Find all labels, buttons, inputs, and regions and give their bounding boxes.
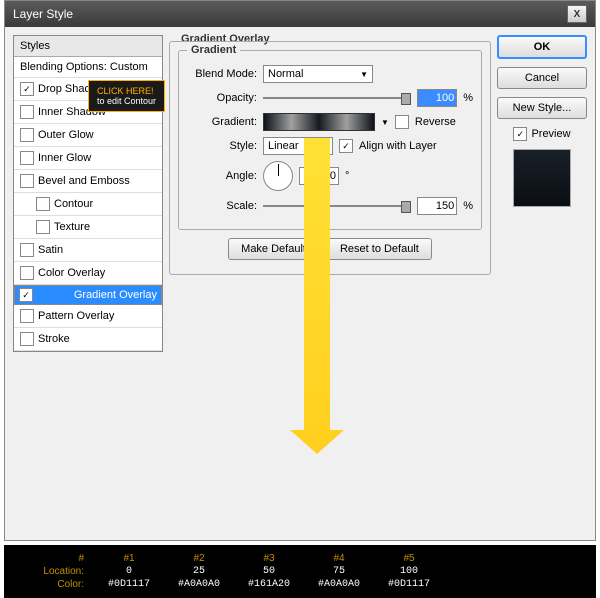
style-item[interactable]: Inner Glow (14, 147, 162, 170)
scale-label: Scale: (187, 200, 257, 212)
location-cell: 25 (164, 566, 234, 577)
checkbox[interactable] (20, 332, 34, 346)
style-item[interactable]: Bevel and Emboss (14, 170, 162, 193)
checkbox[interactable] (36, 220, 50, 234)
style-item[interactable]: Color Overlay (14, 262, 162, 285)
style-item[interactable]: Stroke (14, 328, 162, 351)
checkbox[interactable] (20, 174, 34, 188)
location-cell: 100 (374, 566, 444, 577)
opacity-slider[interactable] (263, 97, 411, 99)
gradient-stops-table: ##1#2#3#4#5 Location:0255075100 Color:#0… (4, 545, 596, 598)
cancel-button[interactable]: Cancel (497, 67, 587, 89)
close-icon[interactable]: X (567, 5, 587, 23)
reverse-label: Reverse (415, 116, 456, 128)
checkbox[interactable] (20, 105, 34, 119)
style-label: Color Overlay (38, 267, 105, 279)
location-label: Location: (14, 566, 94, 577)
checkbox[interactable] (20, 243, 34, 257)
style-label: Inner Glow (38, 152, 91, 164)
gradient-swatch[interactable] (263, 113, 375, 131)
color-label: Color: (14, 579, 94, 590)
scale-slider[interactable] (263, 205, 411, 207)
table-header: # (14, 553, 94, 564)
preview-checkbox[interactable] (513, 127, 527, 141)
checkbox[interactable] (36, 197, 50, 211)
chevron-down-icon[interactable]: ▼ (381, 118, 389, 127)
checkbox[interactable] (20, 266, 34, 280)
color-cell: #0D1117 (374, 579, 444, 590)
gradient-label: Gradient: (187, 116, 257, 128)
style-item[interactable]: Gradient Overlay (14, 285, 162, 305)
table-header: #1 (94, 553, 164, 564)
reverse-checkbox[interactable] (395, 115, 409, 129)
tooltip: CLICK HERE! to edit Contour (88, 80, 165, 112)
style-item[interactable]: Texture (14, 216, 162, 239)
blend-mode-label: Blend Mode: (187, 68, 257, 80)
location-cell: 75 (304, 566, 374, 577)
blend-mode-select[interactable]: Normal▼ (263, 65, 373, 83)
checkbox[interactable] (20, 82, 34, 96)
style-item[interactable]: Outer Glow (14, 124, 162, 147)
location-cell: 0 (94, 566, 164, 577)
opacity-input[interactable]: 100 (417, 89, 457, 107)
arrow-head-icon (290, 430, 344, 454)
style-label: Outer Glow (38, 129, 94, 141)
style-item[interactable]: Pattern Overlay (14, 305, 162, 328)
style-label: Style: (187, 140, 257, 152)
new-style-button[interactable]: New Style... (497, 97, 587, 119)
arrow-annotation (304, 138, 330, 434)
preview-label: Preview (531, 128, 570, 140)
align-label: Align with Layer (359, 140, 437, 152)
checkbox[interactable] (20, 151, 34, 165)
style-label: Pattern Overlay (38, 310, 114, 322)
preview-swatch (513, 149, 571, 207)
align-checkbox[interactable] (339, 139, 353, 153)
table-header: #4 (304, 553, 374, 564)
style-label: Texture (54, 221, 90, 233)
angle-label: Angle: (187, 170, 257, 182)
color-cell: #161A20 (234, 579, 304, 590)
styles-header[interactable]: Styles (14, 36, 162, 57)
checkbox[interactable] (20, 128, 34, 142)
checkbox[interactable] (19, 288, 33, 302)
style-label: Contour (54, 198, 93, 210)
style-label: Gradient Overlay (74, 289, 157, 301)
opacity-label: Opacity: (187, 92, 257, 104)
window-title: Layer Style (13, 7, 73, 21)
checkbox[interactable] (20, 309, 34, 323)
reset-default-button[interactable]: Reset to Default (327, 238, 432, 260)
table-header: #2 (164, 553, 234, 564)
table-header: #5 (374, 553, 444, 564)
style-label: Bevel and Emboss (38, 175, 130, 187)
location-cell: 50 (234, 566, 304, 577)
blending-options[interactable]: Blending Options: Custom (14, 57, 162, 78)
scale-input[interactable]: 150 (417, 197, 457, 215)
color-cell: #0D1117 (94, 579, 164, 590)
style-label: Satin (38, 244, 63, 256)
style-item[interactable]: Contour (14, 193, 162, 216)
color-cell: #A0A0A0 (304, 579, 374, 590)
style-label: Stroke (38, 333, 70, 345)
style-item[interactable]: Satin (14, 239, 162, 262)
table-header: #3 (234, 553, 304, 564)
ok-button[interactable]: OK (497, 35, 587, 59)
color-cell: #A0A0A0 (164, 579, 234, 590)
gradient-legend: Gradient (187, 44, 240, 56)
angle-dial[interactable] (263, 161, 293, 191)
chevron-down-icon: ▼ (360, 70, 368, 79)
